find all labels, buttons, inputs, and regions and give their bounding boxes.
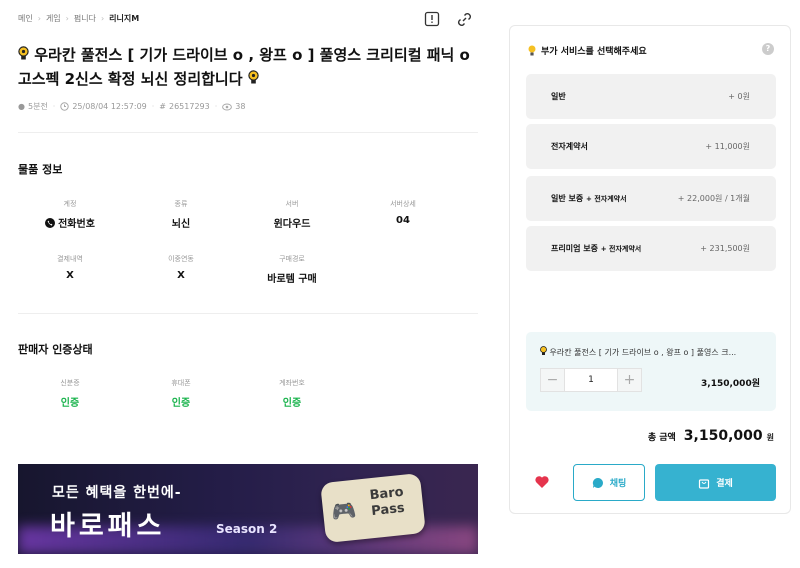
- total-unit: 원: [766, 433, 774, 442]
- help-icon[interactable]: ?: [762, 43, 774, 55]
- field-account: 계정 전화번호: [18, 199, 122, 230]
- breadcrumb-home[interactable]: 메인: [18, 13, 33, 24]
- order-panel: 부가 서비스를 선택해주세요 ? 일반 + 0원 전자계약서 + 11,000원…: [509, 25, 791, 514]
- favorite-button[interactable]: [534, 474, 550, 490]
- divider: [18, 313, 478, 314]
- heart-icon: [535, 476, 549, 488]
- listing-id: #26517293: [159, 102, 210, 111]
- selected-item-box: 우라칸 풀전스 [ 기가 드라이브 o , 왕프 o ] 풀영스 크... − …: [526, 332, 776, 411]
- breadcrumb-game[interactable]: 게임: [46, 13, 61, 24]
- field-type: 종류 뇌신: [171, 200, 191, 230]
- chat-bubble-icon: [592, 477, 603, 488]
- banner-brand: 바로패스: [50, 511, 166, 542]
- listing-meta: ● 5분전 · 25/08/04 12:57:09 · #26517293 · 3…: [18, 102, 246, 111]
- selected-item-title: 우라칸 풀전스 [ 기가 드라이브 o , 왕프 o ] 풀영스 크...: [540, 346, 760, 358]
- chevron-right-icon: ›: [37, 14, 41, 23]
- field-server: 서버 윈다우드: [273, 200, 311, 230]
- verify-account: 계좌번호 인증: [279, 379, 305, 409]
- posted-date: 25/08/04 12:57:09: [60, 102, 147, 111]
- chevron-right-icon: ›: [65, 14, 69, 23]
- field-purchase-route: 구매경로 바로템 구매: [267, 255, 317, 285]
- lightbulb-icon: [18, 46, 29, 60]
- item-info-title: 물품 정보: [18, 163, 63, 176]
- seller-verification-title: 판매자 인증상태: [18, 343, 93, 356]
- lightbulb-icon: [248, 70, 259, 84]
- quantity-stepper: − 1 +: [540, 368, 642, 392]
- report-button[interactable]: [423, 10, 441, 28]
- gamepad-icon: 🎮: [329, 497, 358, 525]
- view-count: 38: [222, 102, 245, 111]
- pay-button[interactable]: 결제: [655, 464, 776, 501]
- quantity-decrease-button[interactable]: −: [540, 368, 565, 392]
- field-dual-link: 이중연동 X: [168, 255, 194, 281]
- eye-icon: [222, 103, 233, 110]
- total-label: 총 금액: [647, 433, 676, 443]
- verify-phone: 휴대폰 인증: [171, 379, 191, 409]
- breadcrumb: 메인 › 게임 › 펌니다 › 리니지M: [18, 13, 139, 24]
- share-link-button[interactable]: [455, 10, 473, 28]
- baro-pass-card: 🎮 Baro Pass: [320, 472, 426, 544]
- clock-icon: [60, 102, 70, 111]
- alert-icon: [424, 11, 440, 27]
- hash-icon: #: [159, 102, 166, 111]
- total-value: 3,150,000: [683, 428, 763, 444]
- quantity-increase-button[interactable]: +: [617, 368, 642, 392]
- chat-button[interactable]: 채팅: [573, 464, 645, 501]
- verify-id-card: 신분증 인증: [60, 379, 80, 409]
- lightbulb-icon: [528, 45, 536, 55]
- listing-title-text: 우라칸 풀전스 [ 기가 드라이브 o , 왕프 o ] 풀영스 크리티컬 패닉…: [18, 46, 470, 88]
- shopping-bag-icon: [699, 478, 710, 489]
- addon-option-e-contract[interactable]: 전자계약서 + 11,000원: [526, 124, 776, 169]
- addon-option-premium-guarantee[interactable]: 프리미엄 보증 + 전자계약서 + 231,500원: [526, 226, 776, 271]
- field-payment-history: 결제내역 X: [57, 255, 83, 281]
- banner-headline: 모든 혜택을 한번에-: [52, 485, 182, 501]
- divider: [18, 132, 478, 133]
- phone-icon: [45, 217, 56, 228]
- lightbulb-icon: [540, 346, 547, 355]
- addon-option-standard-guarantee[interactable]: 일반 보증 + 전자계약서 + 22,000원 / 1개월: [526, 176, 776, 221]
- breadcrumb-category[interactable]: 펌니다: [74, 13, 96, 24]
- total-amount: 총 금액 3,150,000 원: [648, 428, 774, 444]
- chevron-right-icon: ›: [100, 14, 105, 23]
- link-icon: [457, 12, 471, 26]
- addon-header: 부가 서비스를 선택해주세요: [528, 44, 647, 57]
- status-dot-icon: ●: [18, 102, 25, 111]
- selected-item-price: 3,150,000원: [701, 379, 760, 389]
- quantity-input[interactable]: 1: [565, 368, 617, 392]
- posted-ago: ● 5분전: [18, 102, 48, 111]
- baro-pass-banner[interactable]: 모든 혜택을 한번에- 바로패스 Season 2 🎮 Baro Pass: [18, 464, 478, 554]
- banner-season: Season 2: [216, 522, 278, 536]
- field-server-detail: 서버상세 04: [390, 200, 416, 226]
- breadcrumb-current[interactable]: 리니지M: [109, 13, 139, 24]
- addon-option-basic[interactable]: 일반 + 0원: [526, 74, 776, 119]
- page-title: 우라칸 풀전스 [ 기가 드라이브 o , 왕프 o ] 풀영스 크리티컬 패닉…: [18, 43, 478, 91]
